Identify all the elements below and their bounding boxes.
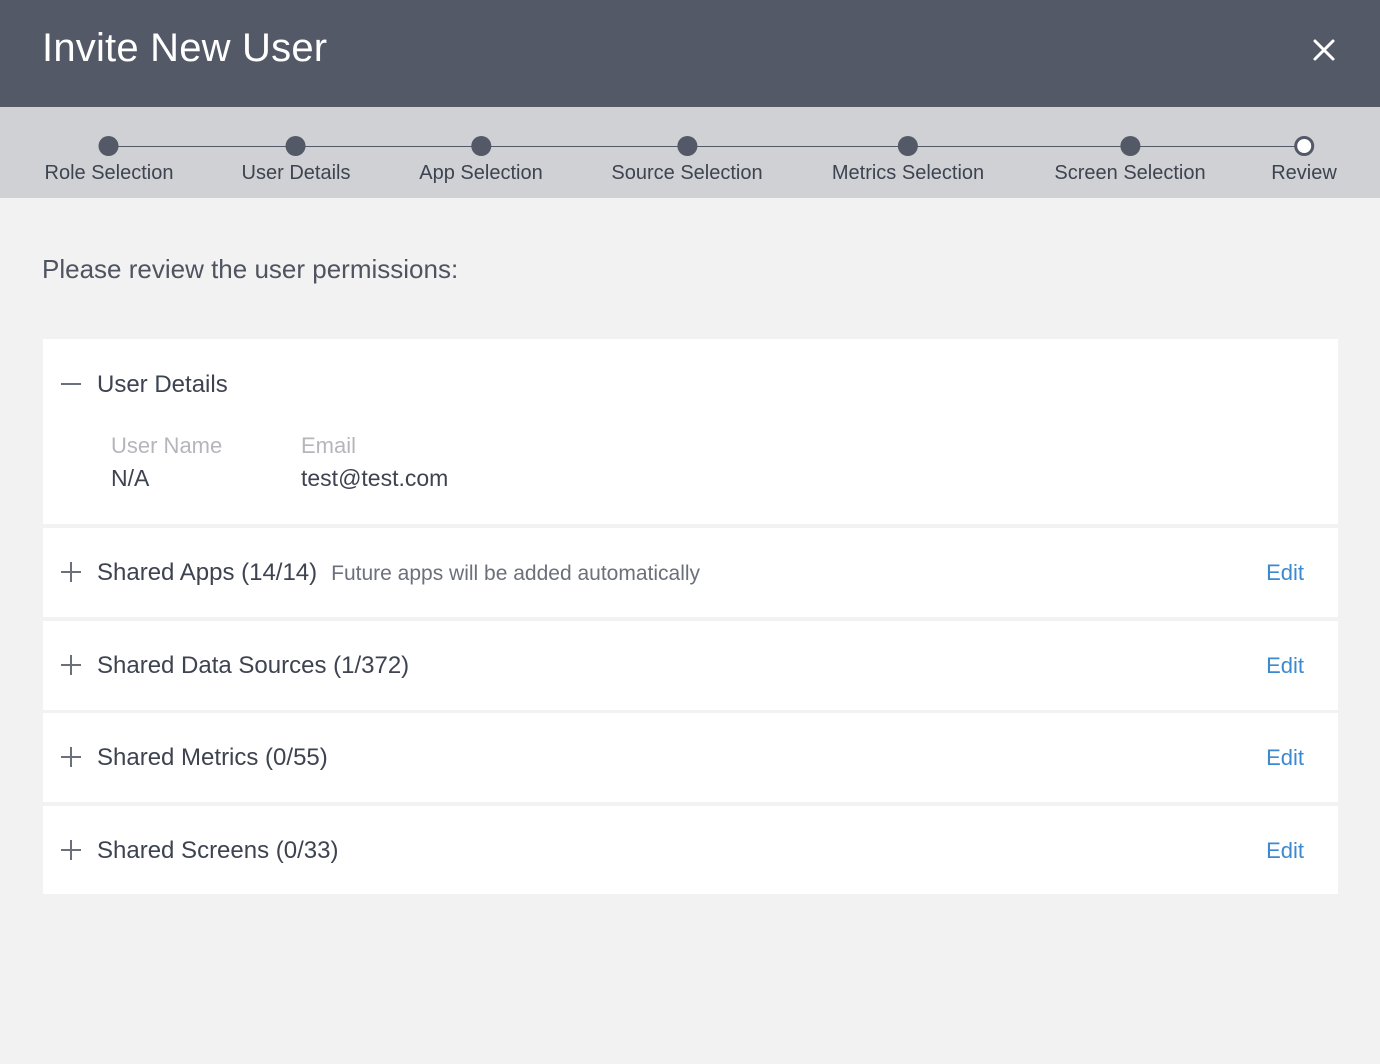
plus-icon [61,747,81,767]
expand-toggle[interactable] [60,561,82,583]
user-name-label: User Name [111,433,223,458]
section-note: Future apps will be added automatically [331,562,701,585]
email-value: test@test.com [301,465,449,491]
step-user-details[interactable]: User Details [242,107,350,198]
section-title: Shared Data Sources (1/372) [97,652,410,679]
plus-icon [61,840,81,860]
edit-metrics-link[interactable]: Edit [1266,745,1304,771]
email-label: Email [301,433,357,458]
shared-screens-panel[interactable]: Shared Screens (0/33) Edit [43,806,1338,894]
dialog-header: Invite New User [0,0,1380,107]
step-review[interactable]: Review [1271,107,1337,198]
step-source-selection[interactable]: Source Selection [611,107,763,198]
review-prompt: Please review the user permissions: [42,254,459,284]
step-app-selection[interactable]: App Selection [419,107,543,198]
section-title-text: Shared Apps (14/14) [97,559,318,586]
step-completed-dot [676,136,697,156]
expand-toggle[interactable] [60,839,82,861]
plus-icon [61,655,81,675]
dialog-title: Invite New User [42,26,328,70]
user-details-panel: User Details User Name N/A Email test@te… [43,339,1338,524]
edit-screens-link[interactable]: Edit [1266,838,1304,864]
section-title: User Details [97,371,228,398]
step-completed-dot [898,136,918,156]
progress-stepper: Role Selection User Details App Selectio… [0,107,1380,198]
plus-icon [61,562,81,582]
edit-apps-link[interactable]: Edit [1266,560,1304,586]
section-title: Shared Screens (0/33) [97,837,339,864]
minus-icon [61,383,81,385]
edit-data-sources-link[interactable]: Edit [1266,653,1304,679]
shared-metrics-panel[interactable]: Shared Metrics (0/55) Edit [43,713,1338,802]
section-title: Shared Apps (14/14) Future apps will be a… [97,559,700,587]
step-completed-dot [470,136,491,156]
step-completed-dot [1119,136,1140,156]
shared-data-sources-panel[interactable]: Shared Data Sources (1/372) Edit [43,621,1338,710]
expand-toggle[interactable] [60,654,82,676]
step-metrics-selection[interactable]: Metrics Selection [832,107,984,198]
step-current-dot [1293,136,1314,156]
close-button[interactable] [1308,34,1340,66]
close-icon [1313,39,1335,61]
shared-apps-panel[interactable]: Shared Apps (14/14) Future apps will be a… [43,528,1338,617]
section-title: Shared Metrics (0/55) [97,744,328,771]
collapse-toggle[interactable] [60,373,82,395]
user-name-value: N/A [111,465,150,491]
step-screen-selection[interactable]: Screen Selection [1054,107,1206,198]
expand-toggle[interactable] [60,746,82,768]
step-role-selection[interactable]: Role Selection [45,107,173,198]
